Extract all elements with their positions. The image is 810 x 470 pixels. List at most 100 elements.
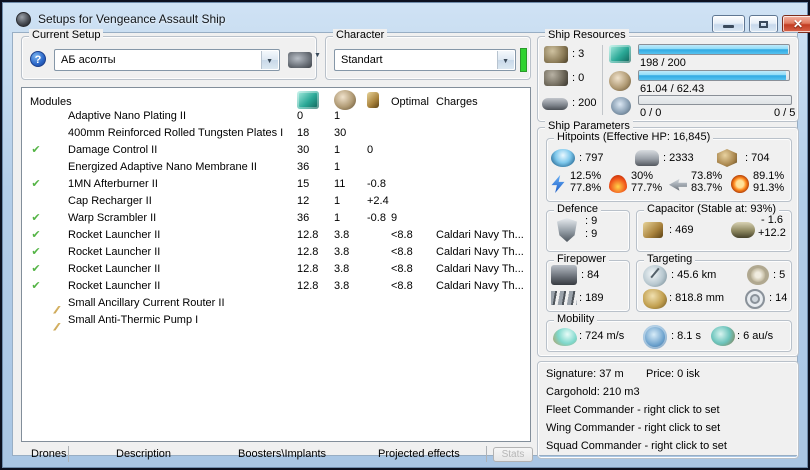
setup-combobox[interactable]: АБ асолты ▼: [54, 49, 280, 71]
align-time-icon: [643, 325, 667, 349]
armor-hp-value: : 2333: [663, 152, 694, 164]
ship-icon[interactable]: [288, 52, 312, 68]
module-cpu: 12: [297, 194, 310, 207]
module-cap: -0.8: [367, 211, 386, 224]
close-button[interactable]: ✕: [782, 15, 810, 33]
tab-description[interactable]: Description: [116, 448, 171, 460]
table-row[interactable]: Energized Adaptive Nano Membrane II 36 1: [22, 158, 530, 175]
module-pg: 11: [334, 177, 346, 190]
module-name: Small Ancillary Current Router II: [68, 296, 225, 309]
capacitor-delta-top: - 1.6: [761, 214, 784, 226]
turret-hardpoints-icon: [544, 46, 568, 63]
divider: [486, 446, 487, 462]
drone-bandwidth-icon: [611, 97, 631, 115]
chevron-down-icon: ▼: [266, 58, 273, 65]
kinetic-resist-shield: 73.8%: [691, 170, 723, 182]
restore-button[interactable]: [749, 15, 778, 33]
cpu-icon: [609, 45, 631, 63]
firepower-group: Firepower : 84 : 189: [546, 253, 630, 312]
table-row[interactable]: ✔ 1MN Afterburner II 15 11 -0.8: [22, 175, 530, 192]
module-pg: 1: [334, 160, 341, 173]
module-cpu: 18: [297, 126, 310, 139]
app-icon: [16, 12, 31, 27]
table-row[interactable]: ✔ Damage Control II 30 1 0: [22, 141, 530, 158]
kinetic-resist-icon: [669, 178, 687, 191]
squad-commander-slot[interactable]: Squad Commander - right click to set: [546, 440, 727, 452]
setup-combobox-value: АБ асолты: [61, 54, 116, 66]
upgrades-bar: [638, 95, 792, 105]
capacitor-amount: : 469: [669, 224, 694, 236]
chevron-down-icon: ▼: [502, 58, 509, 65]
modules-header: Modules Optimal Charges: [22, 88, 530, 110]
setup-combobox-button[interactable]: ▼: [261, 51, 278, 69]
wing-commander-slot[interactable]: Wing Commander - right click to set: [546, 422, 720, 434]
warp-speed-icon: [711, 326, 735, 346]
minimize-button[interactable]: [712, 15, 745, 33]
defence-bottom-value: : 9: [585, 228, 598, 240]
ship-menu-chevron-icon[interactable]: ▼: [314, 52, 321, 59]
module-cpu: 30: [297, 143, 310, 156]
capacitor-delta-bottom: +12.2: [758, 227, 786, 239]
stats-button[interactable]: Stats: [493, 447, 533, 462]
powergrid-bar: [638, 70, 790, 81]
table-row[interactable]: ✔ Warp Scrambler II 36 1 -0.8 9: [22, 209, 530, 226]
table-row[interactable]: ✔ Rocket Launcher II 12.8 3.8 <8.8 Calda…: [22, 260, 530, 277]
tab-drones[interactable]: Drones: [31, 448, 66, 460]
cpu-value: 198 / 200: [640, 57, 686, 69]
align-time-value: : 8.1 s: [671, 330, 701, 342]
table-row[interactable]: Small Ancillary Current Router II: [22, 294, 530, 311]
table-row[interactable]: ✔ Rocket Launcher II 12.8 3.8 <8.8 Calda…: [22, 226, 530, 243]
restore-icon: [759, 21, 768, 28]
cap-booster-icon: [731, 222, 755, 238]
charges-column-label: Charges: [436, 95, 478, 108]
module-charges: Caldari Navy Th...: [436, 228, 524, 241]
character-combobox-button[interactable]: ▼: [497, 51, 514, 69]
table-row[interactable]: 400mm Reinforced Rolled Tungsten Plates …: [22, 124, 530, 141]
table-row[interactable]: Small Anti-Thermic Pump I: [22, 311, 530, 328]
modules-table: Modules Optimal Charges Adaptive Nano Pl…: [21, 87, 531, 442]
module-optimal: 9: [391, 211, 398, 224]
table-row[interactable]: ✔ Rocket Launcher II 12.8 3.8 <8.8 Calda…: [22, 277, 530, 294]
table-row[interactable]: Cap Recharger II 12 1 +2.4: [22, 192, 530, 209]
ship-resources-label: Ship Resources: [545, 29, 629, 41]
defence-group: Defence : 9 : 9: [546, 203, 630, 252]
em-resist-icon: [551, 175, 565, 193]
tab-boosters-implants[interactable]: Boosters\Implants: [238, 448, 326, 460]
explosive-resist-icon: [731, 175, 749, 193]
character-combobox[interactable]: Standart ▼: [334, 49, 516, 71]
title-bar[interactable]: Setups for Vengeance Assault Ship ✕: [6, 6, 810, 33]
table-row[interactable]: ✔ Rocket Launcher II 12.8 3.8 <8.8 Calda…: [22, 243, 530, 260]
upgrades-left-value: 0 / 0: [640, 107, 662, 119]
module-check-icon: ✔: [31, 229, 41, 241]
modules-header-label: Modules: [30, 95, 72, 108]
module-cpu: 15: [297, 177, 310, 190]
window-content: Current Setup ? АБ асолты ▼ ▼ Character …: [12, 29, 799, 462]
powergrid-icon: [609, 71, 631, 91]
structure-hp-icon: [717, 149, 737, 167]
calibration-value: : 200: [572, 97, 597, 109]
minimize-icon: [723, 25, 734, 28]
mobility-group: Mobility : 724 m/s : 8.1 s : 6 au/s: [546, 313, 792, 352]
powergrid-value: 61.04 / 62.43: [640, 83, 705, 95]
table-row[interactable]: Adaptive Nano Plating II 0 1: [22, 107, 530, 124]
module-name: Rocket Launcher II: [68, 228, 161, 241]
bottom-tab-bar: Drones Description Boosters\Implants Pro…: [21, 446, 533, 463]
module-pg: 3.8: [334, 228, 350, 241]
optimal-column-label: Optimal: [391, 95, 429, 108]
divider: [68, 446, 69, 462]
firepower-label: Firepower: [554, 253, 609, 265]
module-pg: 3.8: [334, 279, 350, 292]
firepower-dps-value: : 189: [579, 292, 604, 304]
firepower-volley-value: : 84: [581, 269, 600, 281]
help-icon[interactable]: ?: [30, 51, 46, 67]
eft-window: Setups for Vengeance Assault Ship ✕ Curr…: [0, 0, 810, 470]
module-pg: 1: [334, 211, 341, 224]
explosive-resist-shield: 89.1%: [753, 170, 785, 182]
targeting-range-icon: [643, 265, 667, 287]
tab-projected-effects[interactable]: Projected effects: [378, 448, 460, 460]
mobility-label: Mobility: [554, 313, 598, 325]
fleet-commander-slot[interactable]: Fleet Commander - right click to set: [546, 404, 720, 416]
module-cap: -0.8: [367, 177, 386, 190]
max-targets-value: : 5: [773, 269, 786, 281]
thermal-resist-shield: 30%: [631, 170, 654, 182]
